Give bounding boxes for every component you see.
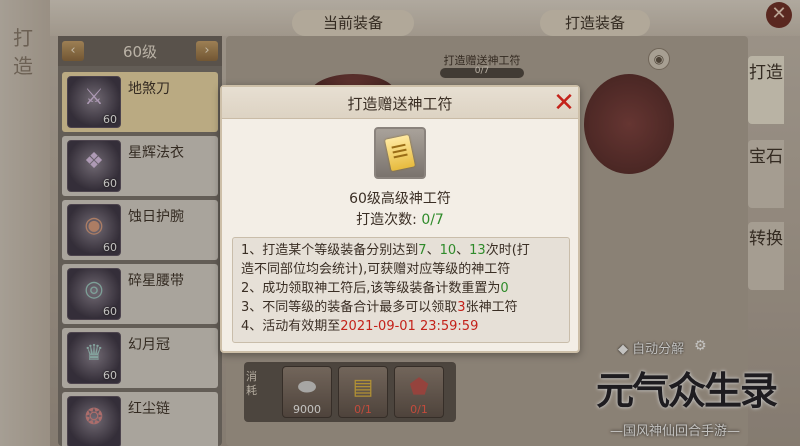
forge-count: 打造次数: 0/7 bbox=[222, 209, 578, 229]
dialog-header: 打造赠送神工符 ✕ bbox=[222, 87, 578, 119]
rule-line: 造不同部位均会统计),可获赠对应等级的神工符 bbox=[241, 262, 511, 277]
talisman-icon[interactable] bbox=[374, 127, 426, 179]
rules-box: 1、打造某个等级装备分别达到7、10、13次时(打 造不同部位均会统计),可获赠… bbox=[232, 237, 570, 343]
rule-line: 3、不同等级的装备合计最多可以领取3张神工符 bbox=[241, 300, 518, 315]
rule-line: 1、打造某个等级装备分别达到7、10、13次时(打 bbox=[241, 243, 530, 258]
forge-bonus-dialog: 打造赠送神工符 ✕ 60级高级神工符 打造次数: 0/7 1、打造某个等级装备分… bbox=[220, 85, 580, 353]
reward-item-name: 60级高级神工符 bbox=[349, 191, 451, 207]
dialog-title: 打造赠送神工符 bbox=[347, 95, 453, 113]
game-screen: 打造 ✕ ‹ 60级 › ⚔ 60 地煞刀 ❖ 60 星辉法衣 ◉ 60 蚀日护… bbox=[0, 0, 800, 446]
forge-count-value: 0/7 bbox=[421, 212, 444, 228]
rule-line: 4、活动有效期至2021-09-01 23:59:59 bbox=[241, 319, 479, 334]
close-icon[interactable]: ✕ bbox=[550, 89, 578, 117]
forge-count-label: 打造次数: bbox=[356, 212, 417, 228]
rule-line: 2、成功领取神工符后,该等级装备计数重置为0 bbox=[241, 281, 509, 296]
